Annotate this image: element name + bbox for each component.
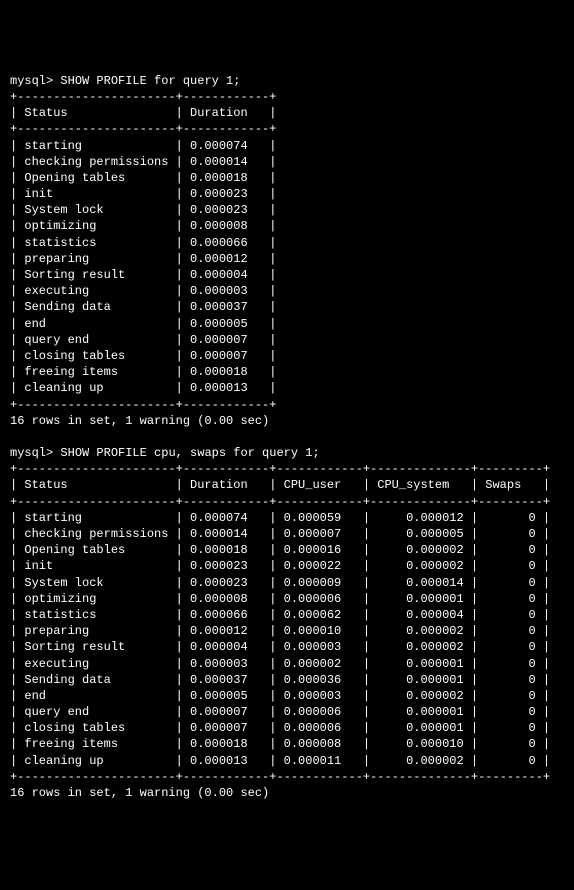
table-1-header: | Status | Duration | [10, 106, 276, 120]
table-2-border-bot: +----------------------+------------+---… [10, 770, 550, 784]
query-2-footer: 16 rows in set, 1 warning (0.00 sec) [10, 786, 269, 800]
table-1-border-bot: +----------------------+------------+ [10, 398, 276, 412]
table-2-header: | Status | Duration | CPU_user | CPU_sys… [10, 478, 550, 492]
prompt-label: mysql> [10, 74, 53, 88]
terminal-output: mysql> SHOW PROFILE for query 1; +------… [10, 73, 564, 801]
table-1-body: | starting | 0.000074 | | checking permi… [10, 139, 276, 396]
table-2-border-mid: +----------------------+------------+---… [10, 495, 550, 509]
query-2-command: SHOW PROFILE cpu, swaps for query 1; [60, 446, 319, 460]
table-1-border-mid: +----------------------+------------+ [10, 122, 276, 136]
prompt-label: mysql> [10, 446, 53, 460]
table-2-body: | starting | 0.000074 | 0.000059 | 0.000… [10, 511, 550, 768]
table-2-border-top: +----------------------+------------+---… [10, 462, 550, 476]
query-1-footer: 16 rows in set, 1 warning (0.00 sec) [10, 414, 269, 428]
query-1-command: SHOW PROFILE for query 1; [60, 74, 240, 88]
table-1-border-top: +----------------------+------------+ [10, 90, 276, 104]
